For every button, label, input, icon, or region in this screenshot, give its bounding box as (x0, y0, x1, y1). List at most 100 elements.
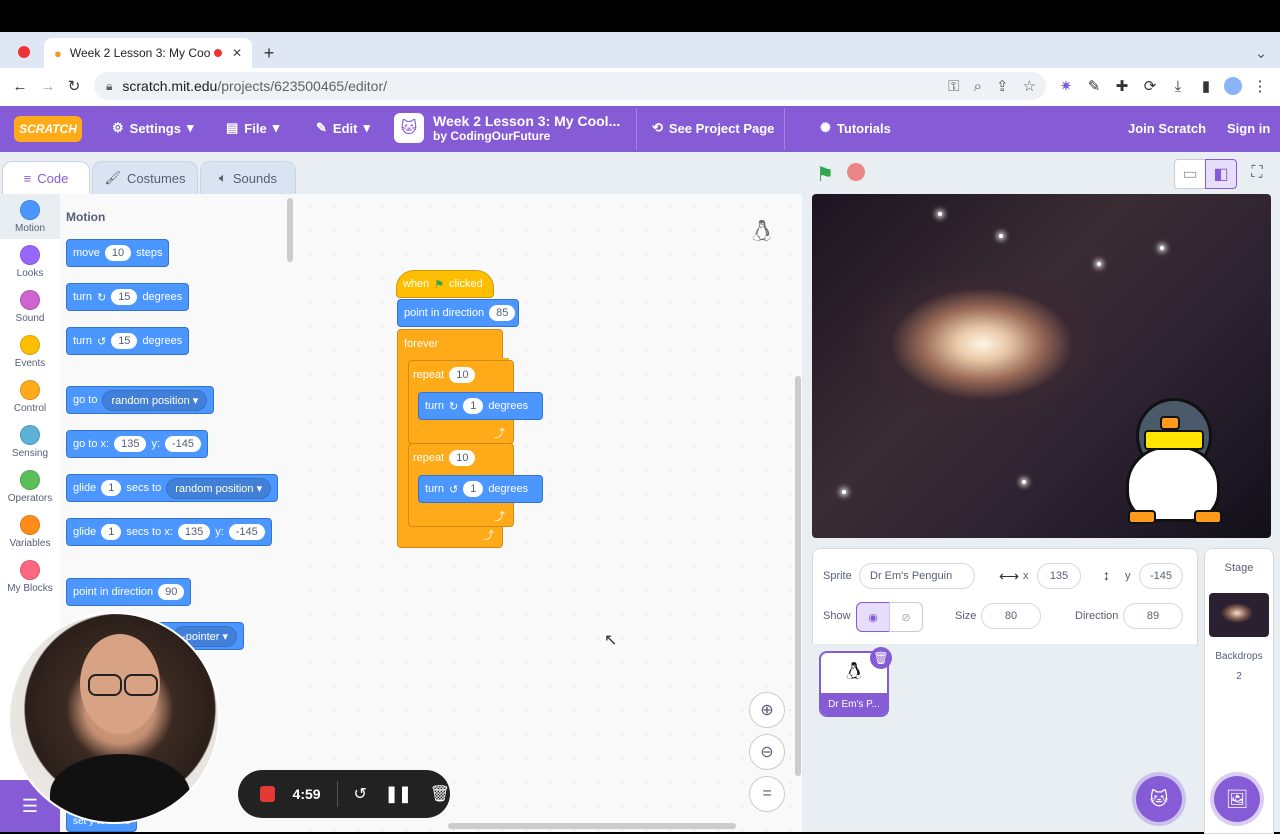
direction-input[interactable]: 90 (158, 584, 185, 600)
degrees-input[interactable]: 1 (463, 398, 484, 414)
eyedropper-icon[interactable]: ✎ (1084, 76, 1104, 96)
url-field[interactable]: 🔒︎ scratch.mit.edu/projects/623500465/ed… (94, 72, 1046, 100)
when-flag-clicked-block[interactable]: when ⚑ clicked (396, 270, 494, 298)
puzzle-icon[interactable]: ✚ (1112, 76, 1132, 96)
script-vscrollbar[interactable] (795, 376, 801, 776)
y-input[interactable]: -145 (228, 524, 265, 540)
back-icon[interactable]: ← (8, 74, 32, 98)
share-icon[interactable]: ⇪ (996, 77, 1009, 95)
x-input[interactable]: 135 (1037, 563, 1081, 589)
see-project-page-button[interactable]: ⟲ See Project Page (652, 118, 774, 138)
edit-menu[interactable]: ✎ Edit ▾ (316, 118, 370, 138)
fullscreen-button[interactable]: ⛶ (1244, 160, 1270, 186)
join-scratch-button[interactable]: Join Scratch (1128, 118, 1206, 138)
target-dropdown[interactable]: random position ▾ (102, 389, 208, 411)
category-variables[interactable]: Variables (0, 509, 60, 554)
browser-tab[interactable]: ● Week 2 Lesson 3: My Coo ✕ (44, 38, 252, 68)
extension-icon[interactable]: ✷ (1056, 76, 1076, 96)
zoom-reset-button[interactable]: = (749, 776, 785, 812)
download-icon[interactable]: ⤓ (1168, 76, 1188, 96)
repeat-count-input[interactable]: 10 (449, 450, 476, 466)
large-stage-button[interactable]: ◧ (1205, 159, 1237, 189)
y-input[interactable]: -145 (1139, 563, 1183, 589)
show-hidden-button[interactable]: ⊘ (889, 602, 923, 632)
category-sound[interactable]: Sound (0, 284, 60, 329)
zoom-icon[interactable]: ⌕ (974, 78, 982, 95)
key-icon[interactable]: ⚿ (948, 78, 959, 95)
choose-backdrop-button[interactable]: 🖼︎ (1214, 776, 1260, 822)
image-plus-icon: 🖼︎ (1225, 788, 1249, 809)
sync-icon[interactable]: ⟳ (1140, 76, 1160, 96)
restart-icon[interactable]: ↺ (353, 784, 366, 804)
x-input[interactable]: 135 (177, 524, 211, 540)
turn-left-block[interactable]: turn ↺ 15 degrees (66, 327, 190, 355)
script-area[interactable] (298, 194, 802, 832)
tutorials-button[interactable]: ✺ Tutorials (820, 118, 891, 138)
forward-icon[interactable]: → (36, 74, 60, 98)
degrees-input[interactable]: 1 (463, 481, 484, 497)
file-menu[interactable]: ▤ File ▾ (226, 118, 279, 138)
point-in-direction-block[interactable]: point in direction 85 (397, 299, 519, 327)
stop-record-button[interactable] (260, 786, 275, 802)
x-input[interactable]: 135 (114, 436, 147, 452)
chevron-down-icon[interactable]: ⌄ (1250, 42, 1272, 64)
script-stack[interactable]: when ⚑ clicked (396, 256, 494, 298)
move-steps-block[interactable]: move 10 steps (66, 239, 170, 267)
delete-sprite-button[interactable]: 🗑︎ (870, 647, 892, 669)
small-stage-button[interactable]: ▭ (1174, 159, 1206, 189)
stop-button[interactable] (847, 163, 865, 181)
category-control[interactable]: Control (0, 374, 60, 419)
tab-sounds[interactable]: 🔈︎ Sounds (200, 161, 296, 194)
green-flag-button[interactable]: ⚑ (816, 162, 834, 187)
steps-input[interactable]: 10 (104, 245, 132, 261)
zoom-out-button[interactable]: ⊖ (749, 734, 785, 770)
secs-input[interactable]: 1 (101, 524, 122, 540)
size-input[interactable]: 80 (981, 603, 1041, 629)
more-menu-icon[interactable]: ⋮ (1250, 76, 1270, 96)
go-to-block[interactable]: go to random position ▾ (66, 386, 215, 414)
repeat-count-input[interactable]: 10 (449, 367, 476, 383)
tab-code[interactable]: ≡ Code (2, 161, 90, 194)
direction-input[interactable]: 85 (489, 305, 516, 321)
penguin-sprite[interactable] (1100, 394, 1240, 524)
trash-icon[interactable]: 🗑︎ (430, 784, 450, 804)
settings-menu[interactable]: ⚙ Settings ▾ (112, 118, 193, 138)
sprite-name-input[interactable]: Dr Em's Penguin (859, 563, 975, 589)
direction-input[interactable]: 89 (1123, 603, 1183, 629)
category-motion[interactable]: Motion (0, 194, 60, 239)
stage-canvas[interactable] (812, 194, 1271, 538)
show-visible-button[interactable]: ◉ (856, 602, 890, 632)
y-input[interactable]: -145 (165, 436, 202, 452)
tab-costumes[interactable]: 🖌︎ Costumes (92, 161, 198, 194)
avatar[interactable] (1224, 77, 1242, 95)
close-tab-icon[interactable]: ✕ (232, 46, 242, 60)
category-events[interactable]: Events (0, 329, 60, 374)
sign-in-button[interactable]: Sign in (1227, 118, 1270, 138)
choose-sprite-button[interactable]: 🐱︎ (1136, 776, 1182, 822)
turn-right-block[interactable]: turn ↻ 15 degrees (66, 283, 190, 311)
category-operators[interactable]: Operators (0, 464, 60, 509)
category-my-blocks[interactable]: My Blocks (0, 554, 60, 599)
category-sensing[interactable]: Sensing (0, 419, 60, 464)
secs-input[interactable]: 1 (101, 480, 122, 496)
pause-icon[interactable]: ❚❚ (385, 784, 412, 804)
palette-scrollbar[interactable] (287, 198, 293, 262)
glide-to-block[interactable]: glide 1 secs to random position ▾ (66, 474, 279, 502)
target-dropdown[interactable]: random position ▾ (166, 477, 272, 499)
scratch-logo[interactable]: SCRATCH (14, 116, 82, 142)
point-in-direction-block[interactable]: point in direction 90 (66, 578, 192, 606)
degrees-input[interactable]: 15 (111, 333, 138, 349)
glide-to-xy-block[interactable]: glide 1 secs to x: 135 y: -145 (66, 518, 272, 546)
sidebar-icon[interactable]: ▮ (1196, 76, 1216, 96)
bookmark-star-icon[interactable]: ☆ (1023, 77, 1036, 95)
new-tab-icon[interactable]: + (258, 42, 280, 64)
go-to-xy-block[interactable]: go to x: 135 y: -145 (66, 430, 209, 458)
reload-icon[interactable]: ↻ (62, 74, 86, 98)
project-title-area[interactable]: Week 2 Lesson 3: My Cool... by CodingOur… (433, 113, 620, 143)
category-looks[interactable]: Looks (0, 239, 60, 284)
turn-right-block[interactable]: turn ↻ 1 degrees (418, 392, 543, 420)
script-hscrollbar[interactable] (448, 823, 736, 829)
zoom-in-button[interactable]: ⊕ (749, 692, 785, 728)
degrees-input[interactable]: 15 (111, 289, 138, 305)
turn-left-block[interactable]: turn ↺ 1 degrees (418, 475, 543, 503)
